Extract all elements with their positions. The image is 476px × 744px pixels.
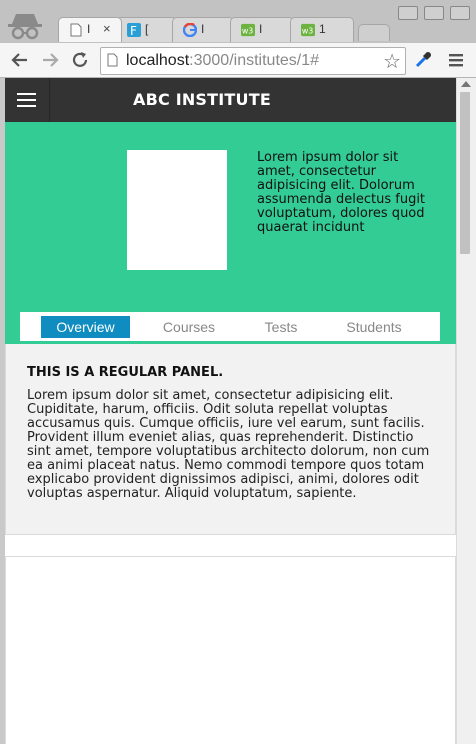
panel-body: Lorem ipsum dolor sit amet, consectetur … [27, 388, 430, 501]
tab-title: [ [145, 22, 149, 36]
bookmark-star-icon[interactable]: ☆ [383, 49, 401, 73]
tab-overview[interactable]: Overview [41, 316, 130, 338]
browser-tab[interactable]: w3 1 [290, 17, 354, 42]
eyedropper-icon[interactable] [413, 50, 433, 70]
page-icon [107, 53, 118, 67]
close-icon[interactable]: × [103, 21, 111, 36]
institute-image [127, 150, 227, 270]
incognito-icon [8, 14, 42, 40]
tab-title: I [87, 22, 91, 36]
address-bar[interactable]: localhost:3000/institutes/1# ☆ [100, 47, 406, 75]
tab-tests[interactable]: Tests [252, 316, 310, 338]
tab-title: I [259, 22, 263, 36]
tab-students[interactable]: Students [338, 316, 410, 338]
hamburger-menu-icon[interactable] [5, 78, 50, 122]
f-icon: F [127, 23, 141, 37]
url-path: :3000/institutes/1# [189, 52, 320, 69]
browser-toolbar: localhost:3000/institutes/1# ☆ [0, 43, 476, 78]
browser-tab[interactable]: F [ [116, 17, 178, 42]
url-text: localhost:3000/institutes/1# [126, 52, 319, 70]
browser-tab[interactable]: I [172, 17, 234, 42]
back-arrow-icon[interactable] [10, 50, 30, 70]
minimize-icon[interactable] [398, 6, 418, 20]
brand-title: ABC INSTITUTE [133, 90, 271, 109]
page-icon [70, 23, 82, 37]
regular-panel: THIS IS A REGULAR PANEL. Lorem ipsum dol… [5, 344, 456, 535]
browser-tab-active[interactable]: I × [58, 17, 122, 42]
new-tab-button[interactable] [358, 24, 390, 41]
svg-text:w3: w3 [302, 27, 313, 36]
svg-text:w3: w3 [242, 27, 253, 36]
close-window-icon[interactable] [450, 6, 470, 20]
svg-text:F: F [130, 24, 137, 37]
scroll-up-arrow-icon[interactable] [461, 81, 471, 87]
tab-courses[interactable]: Courses [153, 316, 225, 338]
panel-heading: THIS IS A REGULAR PANEL. [27, 365, 224, 380]
browser-tab-strip: I × F [ I w3 I w3 1 [0, 0, 476, 44]
hero-section: Lorem ipsum dolor sit amet, consectetur … [5, 122, 456, 344]
section-tabs: Overview Courses Tests Students [20, 312, 440, 341]
page-viewport: ABC INSTITUTE Lorem ipsum dolor sit amet… [5, 78, 456, 744]
tab-title: 1 [319, 22, 326, 36]
w3-icon: w3 [241, 23, 255, 37]
browser-tab[interactable]: w3 I [230, 17, 294, 42]
menu-icon[interactable] [446, 50, 466, 70]
empty-panel [5, 556, 456, 744]
url-host: localhost [126, 52, 190, 69]
tab-title: I [201, 22, 205, 36]
google-icon [183, 23, 197, 37]
scrollbar[interactable] [456, 78, 476, 744]
scrollbar-thumb[interactable] [460, 92, 470, 254]
app-header: ABC INSTITUTE [5, 78, 456, 122]
hero-description: Lorem ipsum dolor sit amet, consectetur … [257, 150, 426, 235]
forward-arrow-icon[interactable] [40, 50, 60, 70]
w3-icon: w3 [301, 23, 315, 37]
reload-icon[interactable] [70, 50, 90, 70]
maximize-icon[interactable] [424, 6, 444, 20]
